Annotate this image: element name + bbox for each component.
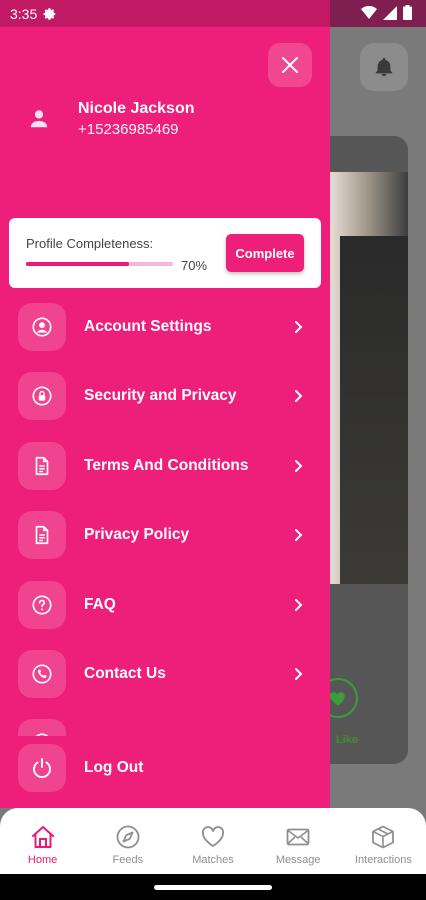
chevron-right-icon [295, 460, 303, 472]
close-drawer-button[interactable] [268, 43, 312, 87]
nav-item-message[interactable]: Message [256, 808, 341, 874]
logout-label: Log Out [84, 759, 144, 776]
wifi-icon [361, 5, 377, 19]
chevron-right-icon [295, 529, 303, 541]
chevron-right-icon [295, 390, 303, 402]
mail-icon [286, 828, 310, 846]
menu-item-faq[interactable]: FAQ [18, 580, 312, 630]
menu-icon-container [18, 442, 66, 490]
notification-bell-button[interactable] [360, 43, 408, 91]
user-profile[interactable]: Nicole Jackson +15236985469 [20, 100, 195, 138]
menu-icon-container [18, 744, 66, 792]
profile-photo-shadow [340, 236, 408, 584]
person-icon [30, 110, 48, 128]
power-icon [33, 758, 51, 779]
menu-icon-container [18, 303, 66, 351]
account-circle-icon [32, 317, 52, 337]
box-icon [372, 825, 395, 849]
chevron-right-icon [295, 599, 303, 611]
menu-item-terms-conditions[interactable]: Terms And Conditions [18, 441, 312, 491]
status-time: 3:35 [10, 5, 38, 22]
menu-label: Security and Privacy [84, 387, 237, 404]
battery-icon [403, 5, 412, 20]
profile-completeness-card: Profile Completeness: 70% Complete [9, 218, 321, 288]
nav-label: Feeds [112, 854, 144, 866]
menu-icon-container [18, 650, 66, 698]
home-icon [31, 826, 54, 848]
heart-icon [201, 826, 225, 847]
nav-label: Home [27, 854, 58, 866]
chevron-right-icon [295, 321, 303, 333]
heart-icon [329, 692, 345, 706]
gear-icon [43, 7, 56, 20]
lock-icon [32, 386, 52, 406]
signal-icon [383, 5, 397, 20]
menu-item-privacy-policy[interactable]: Privacy Policy [18, 510, 312, 560]
system-gesture-bar [0, 874, 426, 900]
status-bar: 3:35 [0, 0, 426, 27]
completeness-progress-fill [26, 262, 129, 266]
complete-profile-button[interactable]: Complete [226, 234, 304, 272]
nav-label: Message [275, 854, 321, 866]
menu-label: FAQ [84, 596, 116, 613]
completeness-percent: 70% [181, 258, 208, 273]
compass-icon [116, 825, 140, 849]
close-icon [282, 57, 298, 73]
menu-icon-container [18, 372, 66, 420]
bell-icon [375, 57, 393, 77]
navigation-drawer: Nicole Jackson +15236985469 Profile Comp… [0, 0, 330, 808]
status-indicators [361, 5, 412, 20]
nav-item-interactions[interactable]: Interactions [341, 808, 426, 874]
help-circle-icon [32, 595, 52, 615]
profile-phone: +15236985469 [78, 121, 179, 138]
completeness-label: Profile Completeness: [26, 236, 154, 251]
like-label: Like [336, 734, 359, 746]
menu-item-account-settings[interactable]: Account Settings [18, 302, 312, 352]
nav-item-home[interactable]: Home [0, 808, 85, 874]
avatar [20, 100, 58, 138]
bottom-navigation: Home Feeds Matches Message Interactions [0, 808, 426, 874]
document-icon [35, 456, 49, 476]
phone-icon [32, 664, 52, 684]
nav-label: Interactions [354, 854, 412, 866]
logout-button[interactable]: Log Out [18, 744, 312, 792]
menu-item-security-privacy[interactable]: Security and Privacy [18, 371, 312, 421]
document-icon [35, 525, 49, 545]
chevron-right-icon [295, 668, 303, 680]
nav-item-feeds[interactable]: Feeds [85, 808, 170, 874]
menu-item-contact-us[interactable]: Contact Us [18, 649, 312, 699]
menu-label: Privacy Policy [84, 526, 190, 543]
nav-item-matches[interactable]: Matches [170, 808, 255, 874]
completeness-progress-track [26, 262, 173, 266]
nav-label: Matches [192, 854, 234, 866]
profile-name: Nicole Jackson [78, 100, 195, 117]
menu-icon-container [18, 581, 66, 629]
menu-label: Terms And Conditions [84, 457, 249, 474]
home-gesture-handle[interactable] [154, 885, 272, 890]
menu-icon-container [18, 511, 66, 559]
menu-label: Account Settings [84, 318, 212, 335]
menu-label: Contact Us [84, 665, 166, 682]
